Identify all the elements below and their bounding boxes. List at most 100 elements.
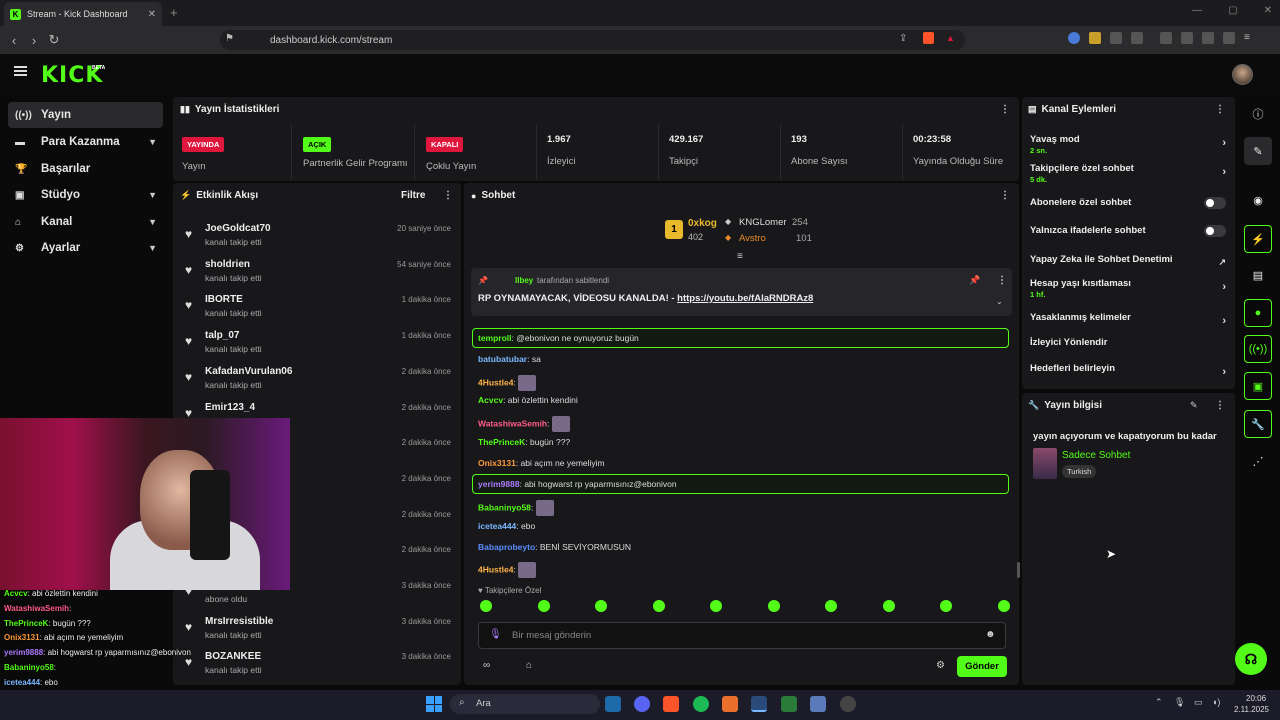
stats-menu-icon[interactable]: ⋮ bbox=[1000, 104, 1010, 115]
bookmark-icon[interactable]: ⚑ bbox=[225, 33, 234, 44]
chevron-down-icon[interactable]: ⌄ bbox=[996, 297, 1003, 306]
pinned-by-user[interactable]: llbey bbox=[515, 276, 533, 285]
chat-username[interactable]: Babaninyo58 bbox=[478, 502, 531, 512]
clock-date[interactable]: 2.11.2025 bbox=[1234, 705, 1269, 714]
app-icon[interactable] bbox=[722, 696, 738, 712]
chat-message[interactable]: Acvcv: abi özlettin kendini bbox=[478, 395, 578, 405]
category-thumbnail[interactable] bbox=[1033, 448, 1057, 479]
language-tag[interactable]: Turkish bbox=[1062, 465, 1097, 478]
lightning-icon[interactable]: ⚡ bbox=[1244, 225, 1272, 253]
emoji-icon[interactable]: ☻ bbox=[985, 629, 996, 640]
discord-app-icon[interactable] bbox=[634, 696, 650, 712]
extension-icon[interactable] bbox=[1068, 32, 1080, 44]
back-icon[interactable]: ‹ bbox=[4, 33, 24, 48]
chat-message[interactable]: 4Hustle4: bbox=[478, 562, 537, 578]
sidebar-item-studyo[interactable]: ▣ Stüdyo ▼ bbox=[8, 182, 163, 208]
edit-icon[interactable]: ✎ bbox=[1190, 400, 1198, 411]
chat-message[interactable]: Babaprobeyto: BENİ SEVİYORMUSUN bbox=[478, 542, 631, 552]
store-icon[interactable]: ⌂ bbox=[526, 660, 532, 671]
activity-item[interactable]: ♥ BOZANKEE kanalı takip etti 3 dakika önce bbox=[185, 647, 455, 682]
hamburger-menu-icon[interactable] bbox=[14, 66, 27, 76]
sidebar-item-kanal[interactable]: ⌂ Kanal ▼ bbox=[8, 209, 163, 235]
chat-message[interactable]: batubatubar: sa bbox=[478, 354, 541, 364]
chat-settings-icon[interactable]: ⚙ bbox=[936, 660, 945, 671]
channel-action-item[interactable]: İzleyici Yönlendir bbox=[1030, 337, 1230, 357]
channel-action-item[interactable]: Hesap yaşı kısıtlaması 1 hf. › bbox=[1030, 278, 1230, 299]
minimize-icon[interactable]: — bbox=[1192, 5, 1202, 16]
category-name[interactable]: Sadece Sohbet bbox=[1062, 450, 1130, 461]
activity-item[interactable]: ♥ IBORTE kanalı takip etti 1 dakika önce bbox=[185, 290, 455, 325]
emote-icon[interactable] bbox=[882, 600, 895, 612]
chat-message[interactable]: icetea444: ebo bbox=[478, 521, 535, 531]
tray-mic-icon[interactable]: 🎙 bbox=[1174, 697, 1185, 708]
sidebar-icon[interactable] bbox=[1181, 32, 1193, 44]
new-tab-icon[interactable]: + bbox=[170, 5, 178, 20]
activity-item[interactable]: ♥ MrsIrresistible kanalı takip etti 3 dakik… bbox=[185, 612, 455, 647]
activity-item[interactable]: ♥ KafadanVurulan06 kanalı takip etti 2 daki… bbox=[185, 362, 455, 397]
actions-menu-icon[interactable]: ⋮ bbox=[1215, 104, 1225, 115]
reload-icon[interactable]: ↻ bbox=[44, 32, 64, 48]
menu-icon[interactable]: ≡ bbox=[1244, 32, 1256, 44]
channel-action-item[interactable]: Yapay Zeka ile Sohbet Denetimi ↗ bbox=[1030, 254, 1230, 274]
brave-shield-icon[interactable] bbox=[923, 32, 934, 44]
music-icon[interactable] bbox=[1160, 32, 1172, 44]
chat-message[interactable]: 4Hustle4: bbox=[478, 375, 537, 391]
puzzle-icon[interactable] bbox=[1110, 32, 1122, 44]
emote-icon[interactable] bbox=[767, 600, 780, 612]
expand-leaderboard-icon[interactable]: ≡ bbox=[737, 251, 743, 262]
chat-message[interactable]: ThePrinceK: bugün ??? bbox=[478, 437, 570, 447]
link-icon[interactable]: ∞ bbox=[483, 660, 490, 671]
chat-username[interactable]: temproll bbox=[478, 333, 512, 343]
clipboard-icon[interactable]: ▤ bbox=[1244, 261, 1272, 289]
filter-button[interactable]: Filtre bbox=[401, 190, 425, 201]
chat-username[interactable]: yerim9888 bbox=[478, 479, 520, 489]
maximize-icon[interactable]: ▢ bbox=[1228, 5, 1237, 16]
tray-volume-icon[interactable]: ◖) bbox=[1212, 697, 1220, 707]
toggle-switch[interactable] bbox=[1204, 225, 1226, 237]
tray-chevron-icon[interactable]: ⌃ bbox=[1155, 697, 1163, 708]
emote-icon[interactable] bbox=[710, 600, 723, 612]
taskbar-search[interactable]: Ara bbox=[450, 694, 600, 714]
send-button[interactable]: Gönder bbox=[957, 656, 1007, 677]
channel-action-item[interactable]: Yalnızca ifadelerle sohbet bbox=[1030, 225, 1230, 245]
share-icon[interactable]: ⇪ bbox=[899, 33, 907, 44]
url-field[interactable]: dashboard.kick.com/stream bbox=[220, 30, 965, 50]
broadcast-icon[interactable]: ((•)) bbox=[1244, 335, 1272, 363]
activity-item[interactable]: ♥ JoeGoldcat70 kanalı takip etti 20 saniye … bbox=[185, 219, 455, 254]
chat-message[interactable]: yerim9888: abi hogwarst rp yaparmısınız@… bbox=[478, 479, 677, 489]
steam-app-icon[interactable] bbox=[605, 696, 621, 712]
info-icon[interactable]: ⓘ bbox=[1244, 100, 1272, 128]
chat-menu-icon[interactable]: ⋮ bbox=[1000, 190, 1010, 201]
chat-username[interactable]: WatashiwaSemih bbox=[478, 418, 547, 428]
sidebar-item-para-kazanma[interactable]: ▬ Para Kazanma ▼ bbox=[8, 129, 163, 155]
toggle-switch[interactable] bbox=[1204, 197, 1226, 209]
extension-icon[interactable] bbox=[1131, 32, 1143, 44]
spotify-app-icon[interactable] bbox=[693, 696, 709, 712]
extension-icon[interactable] bbox=[1089, 32, 1101, 44]
app-icon[interactable] bbox=[781, 696, 797, 712]
emote-icon[interactable] bbox=[595, 600, 608, 612]
wrench-icon[interactable]: 🔧 bbox=[1244, 410, 1272, 438]
chat-username[interactable]: 4Hustle4 bbox=[478, 564, 513, 574]
panel-icon[interactable]: ▣ bbox=[1244, 372, 1272, 400]
close-window-icon[interactable]: ✕ bbox=[1264, 5, 1272, 16]
active-app-icon[interactable] bbox=[751, 696, 767, 712]
channel-action-item[interactable]: Yavaş mod 2 sn. › bbox=[1030, 134, 1230, 155]
emote-icon[interactable] bbox=[537, 600, 550, 612]
vpn-icon[interactable] bbox=[1223, 32, 1235, 44]
pinned-link[interactable]: https://youtu.be/fAlaRNDRAz8 bbox=[677, 293, 813, 304]
chat-username[interactable]: Acvcv bbox=[478, 395, 503, 405]
camera-icon[interactable]: ◉ bbox=[1244, 186, 1272, 214]
leader-name[interactable]: 0xkog bbox=[688, 218, 717, 229]
activity-item[interactable]: ♥ sholdrien kanalı takip etti 54 saniye önc… bbox=[185, 255, 455, 290]
brave-app-icon[interactable] bbox=[663, 696, 679, 712]
chat-scrollbar[interactable] bbox=[1017, 562, 1020, 578]
chat-username[interactable]: Onix3131 bbox=[478, 458, 516, 468]
chat-bubble-icon[interactable]: ● bbox=[1244, 299, 1272, 327]
emote-icon[interactable] bbox=[480, 600, 492, 612]
channel-action-item[interactable]: Abonelere özel sohbet bbox=[1030, 197, 1230, 217]
sidebar-item-ayarlar[interactable]: ⚙ Ayarlar ▼ bbox=[8, 235, 163, 261]
activity-menu-icon[interactable]: ⋮ bbox=[443, 190, 453, 201]
chat-username[interactable]: 4Hustle4 bbox=[478, 377, 513, 387]
windows-start-icon[interactable] bbox=[426, 696, 442, 712]
